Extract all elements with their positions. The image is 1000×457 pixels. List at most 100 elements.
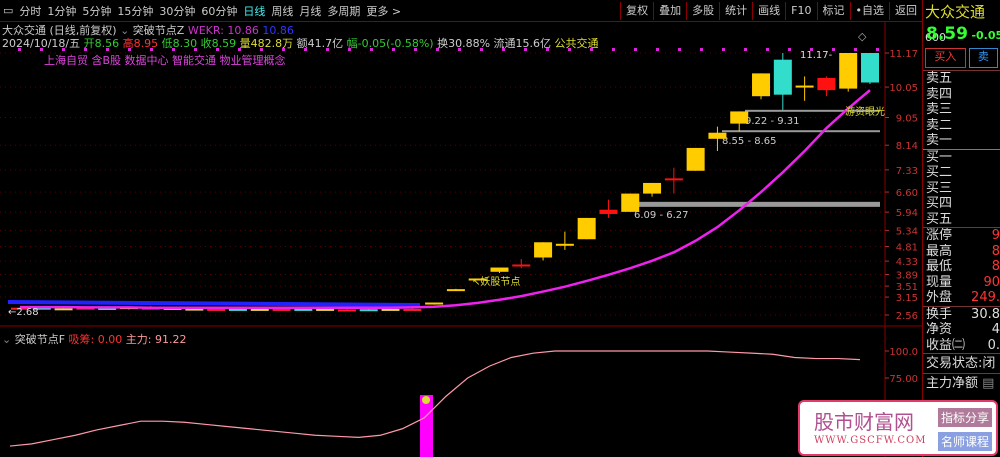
tool-button[interactable]: 叠加 bbox=[653, 2, 686, 20]
base-line bbox=[7, 300, 421, 307]
sector-link[interactable]: 公共交通 bbox=[555, 37, 599, 50]
candle-body bbox=[359, 309, 378, 312]
tool-button[interactable]: •自选 bbox=[849, 2, 890, 20]
zone-label: 9.22 - 9.31 bbox=[745, 116, 800, 127]
indicator-name[interactable]: 突破节点F bbox=[15, 333, 65, 346]
price-tick-label: 8.14 bbox=[896, 141, 918, 152]
tool-button[interactable]: 标记 bbox=[816, 2, 850, 20]
indicator-title: ⌄ 突破节点F 吸筹: 0.00 主力: 91.22 bbox=[2, 331, 186, 347]
quote-row: 卖二 bbox=[926, 117, 953, 133]
quote-line: 2024/10/18/五 开8.56 高8.95 低8.30 收8.59 量48… bbox=[2, 35, 599, 51]
tool-button[interactable]: 多股 bbox=[686, 2, 719, 20]
price-tick-label: 6.60 bbox=[896, 188, 918, 199]
quote-row: 卖四 bbox=[926, 86, 953, 102]
resistance-dot bbox=[678, 48, 681, 51]
layout-toggle-icon[interactable]: ▭ bbox=[0, 4, 16, 17]
tool-button[interactable]: 画线 bbox=[752, 2, 785, 20]
candle-body bbox=[272, 308, 291, 311]
tool-button[interactable]: F10 bbox=[785, 2, 816, 20]
price-tick-label: 3.15 bbox=[896, 293, 918, 304]
period-tab[interactable]: 分时 bbox=[16, 3, 44, 19]
price-tick-label: 3.89 bbox=[896, 271, 918, 282]
open: 开8.56 bbox=[83, 37, 120, 50]
tool-button[interactable]: 返回 bbox=[889, 2, 922, 20]
amount: 额41.7亿 bbox=[296, 37, 344, 50]
indicator-tick-label: 100.0 bbox=[889, 347, 918, 358]
resistance-dot bbox=[744, 48, 747, 51]
watermark: 股市财富网 WWW.GSCFW.COM 指标分享 名师课程 bbox=[798, 400, 998, 456]
resistance-dot bbox=[766, 48, 769, 51]
price-tick-label: 5.94 bbox=[896, 208, 918, 219]
candle-body bbox=[381, 308, 400, 311]
price-tick-label: 10.05 bbox=[889, 83, 918, 94]
candle-body bbox=[446, 289, 465, 292]
period-tab[interactable]: 周线 bbox=[268, 3, 296, 19]
indicator-tick-label: 75.00 bbox=[889, 374, 918, 385]
price-tick-label: 9.05 bbox=[896, 114, 918, 125]
quote-row: 最低 8 bbox=[926, 259, 1000, 274]
candle-body bbox=[425, 302, 444, 305]
quote-panel: 大众交通 600 8.59 -0.05 买入 卖 卖五 卖四 卖三 卖二 卖一 买一 买二买… bbox=[922, 0, 1000, 457]
resistance-dot bbox=[854, 48, 857, 51]
candle-body bbox=[839, 53, 858, 89]
price-tick-label: 3.51 bbox=[896, 282, 918, 293]
resistance-dot bbox=[656, 48, 659, 51]
candle-body bbox=[512, 264, 531, 267]
candle-body bbox=[490, 267, 509, 272]
close: 收8.59 bbox=[200, 37, 237, 50]
last-price: 8.59 bbox=[926, 24, 968, 44]
indicator-dropdown-icon[interactable]: ⌄ bbox=[2, 333, 11, 346]
quote-row: 涨停 9 bbox=[926, 228, 1000, 243]
candle-body bbox=[621, 193, 640, 212]
quote-row: 卖五 bbox=[926, 71, 953, 86]
zhuli-line bbox=[9, 350, 861, 447]
period-tab[interactable]: 5分钟 bbox=[79, 3, 114, 19]
sell-button[interactable]: 卖 bbox=[968, 48, 998, 68]
tag-indicator-share[interactable]: 指标分享 bbox=[938, 408, 993, 427]
quote-row: 买三 bbox=[926, 180, 953, 196]
period-tab[interactable]: 更多 > bbox=[363, 3, 404, 19]
candle-body bbox=[599, 209, 618, 214]
quote-row: 换手 30.8 bbox=[926, 306, 1000, 322]
quote-row: 买四 bbox=[926, 196, 953, 211]
period-tab[interactable]: 多周期 bbox=[324, 3, 363, 19]
period-tab[interactable]: 1分钟 bbox=[44, 3, 79, 19]
period-tab[interactable]: 30分钟 bbox=[156, 3, 198, 19]
price-tick-label: 4.33 bbox=[896, 257, 918, 268]
low: 低8.30 bbox=[161, 37, 198, 50]
tag-courses[interactable]: 名师课程 bbox=[938, 432, 993, 451]
price-tick-label: 4.81 bbox=[896, 243, 918, 254]
trade-status: 交易状态:闭 bbox=[923, 353, 1000, 373]
price-tick-label: 11.17 bbox=[889, 49, 918, 60]
xichou-value: 吸筹: 0.00 bbox=[68, 333, 123, 346]
period-tab[interactable]: 日线 bbox=[240, 3, 268, 19]
quote-row: 净资 4 bbox=[926, 322, 1000, 337]
resistance-dot bbox=[832, 48, 835, 51]
period-tab[interactable]: 60分钟 bbox=[198, 3, 240, 19]
period-tab[interactable]: 15分钟 bbox=[114, 3, 156, 19]
candle-body bbox=[250, 308, 269, 311]
buy-button[interactable]: 买入 bbox=[925, 48, 966, 68]
period-tab[interactable]: 月线 bbox=[296, 3, 324, 19]
tool-button[interactable]: 复权 bbox=[620, 2, 653, 20]
candle-body bbox=[316, 308, 335, 311]
watermark-logo: 股市财富网 bbox=[814, 410, 914, 434]
high-price-label: 11.17- bbox=[800, 50, 833, 61]
candle-body bbox=[752, 73, 771, 97]
tool-button[interactable]: 统计 bbox=[719, 2, 752, 20]
signal-coin-icon bbox=[422, 396, 430, 404]
resistance-dot bbox=[876, 48, 879, 51]
period-toolbar: ▭ 分时 1分钟 5分钟 15分钟 30分钟 60分钟 日线 周线 月线 多周期 更多 > 复权 叠加… bbox=[0, 0, 922, 22]
resistance-dot bbox=[722, 48, 725, 51]
zone-label: 8.55 - 8.65 bbox=[722, 136, 777, 147]
support-zone-line bbox=[634, 201, 880, 207]
quote-row: 收益㈡ 0. bbox=[926, 337, 1000, 353]
float-shares: 流通15.6亿 bbox=[493, 37, 552, 50]
candle-body bbox=[861, 53, 879, 83]
zone-label: 6.09 - 6.27 bbox=[634, 210, 689, 221]
netflow-row[interactable]: 主力净额 ▤ bbox=[923, 373, 1000, 393]
kline-chart[interactable]: 11.17 10.05 9.05 8.14 7.33 6.60 5.94 5.34 4.81 4.… bbox=[0, 0, 922, 457]
candle-body bbox=[686, 147, 705, 171]
support-zone-line bbox=[722, 130, 880, 133]
candle-body bbox=[337, 309, 356, 312]
